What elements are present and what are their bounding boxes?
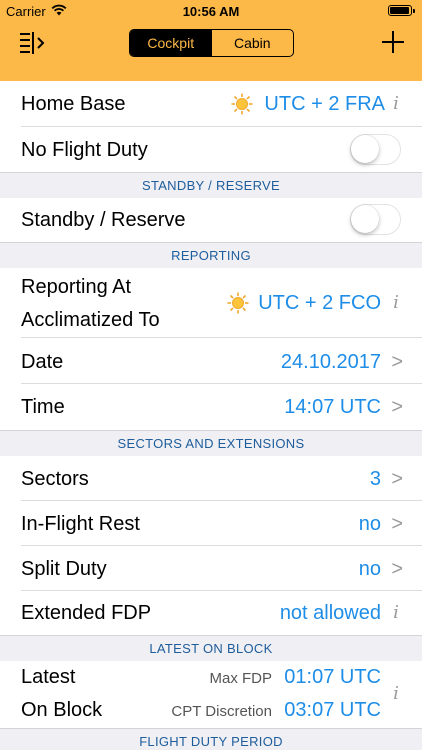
section-header-reporting: REPORTING: [0, 242, 422, 269]
no-flight-duty-label: No Flight Duty: [21, 139, 148, 161]
latest-label-line1: Latest: [21, 666, 76, 688]
home-base-value: UTC + 2 FRA: [264, 93, 385, 115]
sectors-value: 3: [369, 468, 381, 490]
in-flight-rest-value: no: [358, 513, 381, 535]
reporting-date-row[interactable]: Date 24.10.2017 >: [0, 338, 422, 384]
battery-icon: [388, 5, 415, 16]
header-bar: Carrier 10:56 AM Cockpit Cabin: [0, 0, 422, 81]
segment-cabin[interactable]: Cabin: [212, 30, 294, 56]
add-icon[interactable]: [382, 31, 404, 53]
sun-icon: [227, 292, 249, 314]
home-base-label: Home Base: [21, 93, 126, 115]
cpt-discretion-value: 03:07 UTC: [284, 699, 381, 721]
no-flight-duty-toggle[interactable]: [350, 134, 401, 165]
standby-row: Standby / Reserve: [0, 198, 422, 242]
reporting-label-line2: Acclimatized To: [21, 309, 160, 331]
chevron-right-icon: >: [391, 468, 403, 490]
crew-type-segmented-control: Cockpit Cabin: [129, 29, 294, 57]
chevron-right-icon: >: [391, 513, 403, 535]
split-duty-value: no: [358, 558, 381, 580]
cpt-discretion-label: CPT Discretion: [171, 703, 272, 720]
time-value: 14:07 UTC: [284, 396, 381, 418]
sectors-label: Sectors: [21, 468, 89, 490]
in-flight-rest-label: In-Flight Rest: [21, 513, 140, 535]
reporting-acclimatized-value: UTC + 2 FCO: [258, 292, 381, 314]
section-header-fdp: FLIGHT DUTY PERIOD: [0, 728, 422, 750]
chevron-right-icon: >: [391, 351, 403, 373]
sidebar-menu-icon[interactable]: [20, 32, 48, 54]
info-icon[interactable]: i: [392, 683, 400, 704]
extended-fdp-value: not allowed: [279, 602, 381, 624]
standby-label: Standby / Reserve: [21, 209, 186, 231]
latest-on-block-row[interactable]: Latest On Block Max FDP 01:07 UTC CPT Di…: [0, 661, 422, 728]
status-bar: Carrier 10:56 AM: [0, 0, 422, 22]
split-duty-row[interactable]: Split Duty no >: [0, 546, 422, 591]
reporting-label-line1: Reporting At: [21, 276, 132, 298]
info-icon[interactable]: i: [392, 93, 400, 114]
section-header-latest-on-block: LATEST ON BLOCK: [0, 635, 422, 662]
in-flight-rest-row[interactable]: In-Flight Rest no >: [0, 501, 422, 546]
chevron-right-icon: >: [391, 558, 403, 580]
date-value: 24.10.2017: [280, 351, 381, 373]
status-time: 10:56 AM: [182, 4, 240, 19]
reporting-acclimatized-row[interactable]: Reporting At Acclimatized To UTC + 2 FCO…: [0, 268, 422, 338]
extended-fdp-row[interactable]: Extended FDP not allowed i: [0, 591, 422, 635]
sectors-row[interactable]: Sectors 3 >: [0, 456, 422, 501]
home-base-row[interactable]: Home Base UTC + 2 FRA i: [0, 81, 422, 127]
info-icon[interactable]: i: [392, 602, 400, 623]
segment-cockpit[interactable]: Cockpit: [130, 30, 212, 56]
info-icon[interactable]: i: [392, 292, 400, 313]
latest-label-line2: On Block: [21, 699, 103, 721]
max-fdp-label: Max FDP: [209, 670, 272, 687]
date-label: Date: [21, 351, 64, 373]
section-header-sectors: SECTORS AND EXTENSIONS: [0, 430, 422, 457]
section-header-standby: STANDBY / RESERVE: [0, 172, 422, 199]
sun-icon: [231, 93, 253, 115]
reporting-time-row[interactable]: Time 14:07 UTC >: [0, 384, 422, 430]
standby-toggle[interactable]: [350, 204, 401, 235]
time-label: Time: [21, 396, 65, 418]
split-duty-label: Split Duty: [21, 558, 107, 580]
extended-fdp-label: Extended FDP: [21, 602, 152, 624]
no-flight-duty-row: No Flight Duty: [0, 127, 422, 173]
chevron-right-icon: >: [391, 396, 403, 418]
max-fdp-value: 01:07 UTC: [284, 666, 381, 688]
